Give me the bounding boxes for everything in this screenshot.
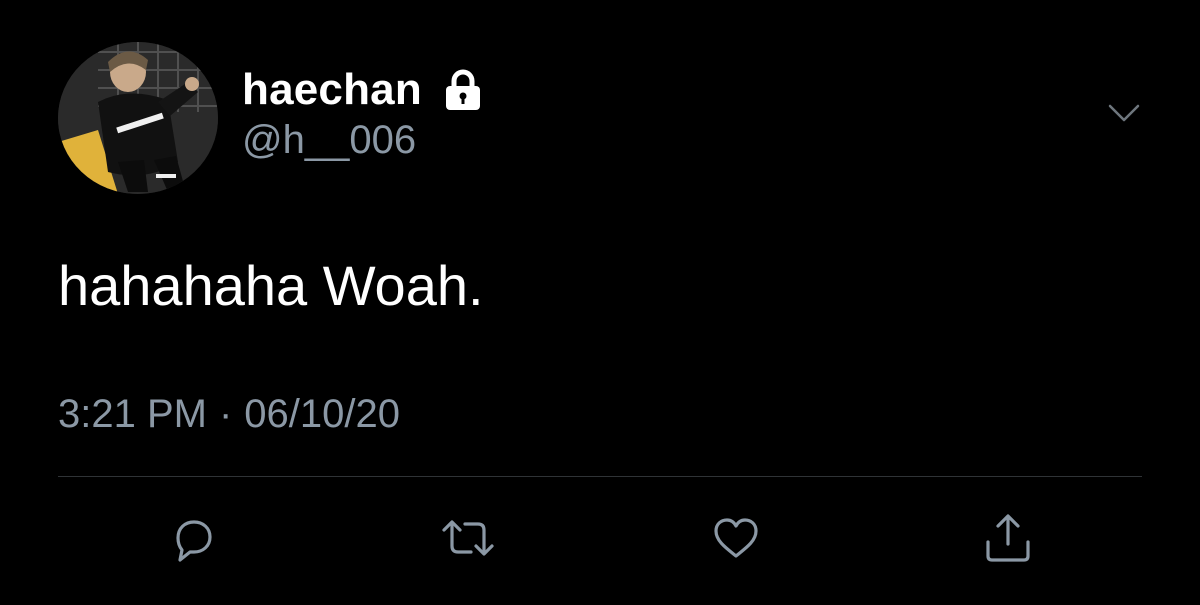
avatar-photo [58,42,218,194]
tweet-timestamp[interactable]: 3:21 PM · 06/10/20 [58,390,400,438]
lock-icon [444,69,482,111]
reply-button[interactable] [162,508,222,568]
display-name[interactable]: haechan [242,66,422,114]
heart-icon [708,510,764,566]
author-block: haechan @h__006 [242,66,482,162]
handle[interactable]: @h__006 [242,118,482,162]
meta-separator: · [218,392,233,436]
comment-icon [164,510,220,566]
action-bar [0,508,1200,578]
share-button[interactable] [978,508,1038,568]
tweet-card: haechan @h__006 hahahaha Woah. 3:21 PM · 0… [0,0,1200,605]
tweet-time: 3:21 PM [58,392,207,436]
divider [58,476,1142,477]
name-row: haechan [242,66,482,114]
tweet-text: hahahaha Woah. [58,254,484,317]
avatar[interactable] [58,42,218,194]
retweet-icon [438,510,498,566]
share-icon [980,510,1036,566]
retweet-button[interactable] [438,508,498,568]
tweet-date: 06/10/20 [244,392,400,436]
like-button[interactable] [706,508,766,568]
chevron-down-icon[interactable] [1106,100,1142,126]
